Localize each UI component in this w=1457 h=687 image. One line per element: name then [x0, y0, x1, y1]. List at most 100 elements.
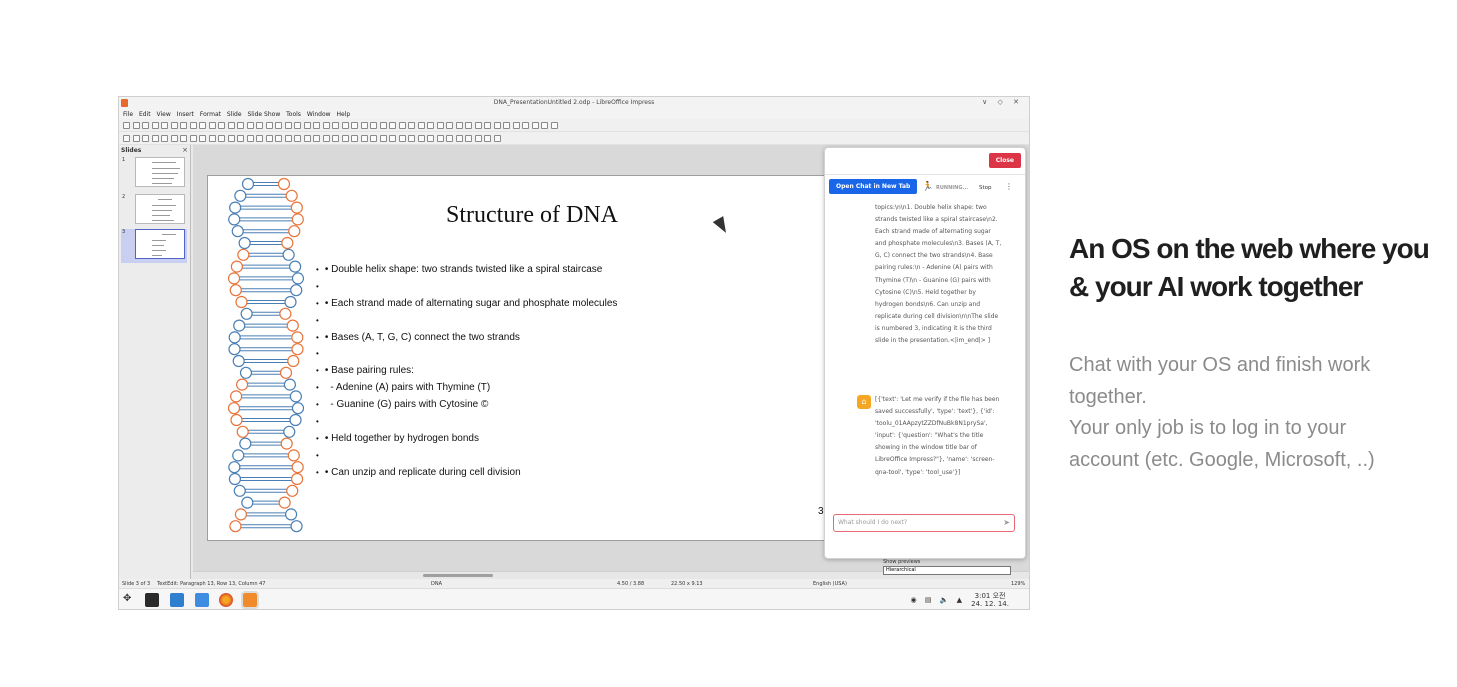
file-manager-icon[interactable] [195, 593, 209, 607]
status-zoom[interactable]: 129% [1011, 581, 1025, 587]
toolbar-button-icon[interactable] [474, 122, 482, 129]
toolbar-button-icon[interactable] [256, 122, 263, 129]
toolbar-button-icon[interactable] [446, 135, 453, 142]
toolbar-button-icon[interactable] [465, 135, 472, 142]
toolbar-button-icon[interactable] [284, 122, 292, 129]
toolbar-button-icon[interactable] [161, 122, 168, 129]
toolbar-button-icon[interactable] [218, 135, 225, 142]
toolbar-button-icon[interactable] [313, 122, 320, 129]
toolbar-button-icon[interactable] [351, 122, 358, 129]
toolbar-button-icon[interactable] [199, 122, 206, 129]
toolbar-button-icon[interactable] [484, 122, 491, 129]
toolbar-button-icon[interactable] [123, 122, 130, 129]
toolbar-button-icon[interactable] [455, 122, 463, 129]
toolbar-button-icon[interactable] [484, 135, 491, 142]
chat-input[interactable]: What should I do next? ➤ [833, 514, 1015, 532]
scrollbar-thumb[interactable] [423, 574, 493, 577]
toolbar-button-icon[interactable] [541, 122, 548, 129]
toolbar-button-icon[interactable] [436, 135, 444, 142]
toolbar-button-icon[interactable] [379, 122, 387, 129]
toolbar-button-icon[interactable] [227, 122, 235, 129]
start-menu-icon[interactable]: ✥ [123, 593, 137, 607]
toolbar-button-icon[interactable] [294, 135, 301, 142]
toolbar-button-icon[interactable] [398, 135, 406, 142]
toolbar-button-icon[interactable] [275, 122, 282, 129]
toolbar-button-icon[interactable] [218, 122, 225, 129]
close-icon[interactable]: × [182, 146, 188, 154]
menu-slide-show[interactable]: Slide Show [247, 111, 280, 118]
slide-canvas[interactable]: Structure of DNA • Double helix shape: t… [207, 175, 857, 541]
terminal-icon[interactable] [145, 593, 159, 607]
menu-slide[interactable]: Slide [227, 111, 242, 118]
slide-thumbnail-1[interactable]: 1 [121, 157, 187, 191]
toolbar-button-icon[interactable] [199, 135, 206, 142]
toolbar-button-icon[interactable] [522, 122, 529, 129]
toolbar-button-icon[interactable] [408, 135, 415, 142]
toolbar-button-icon[interactable] [389, 135, 396, 142]
toolbar-button-icon[interactable] [303, 122, 311, 129]
toolbar-button-icon[interactable] [408, 122, 415, 129]
toolbar-button-icon[interactable] [351, 135, 358, 142]
menu-format[interactable]: Format [200, 111, 221, 118]
slide-title[interactable]: Structure of DNA [208, 202, 856, 229]
toolbar-button-icon[interactable] [360, 135, 368, 142]
toolbar-button-icon[interactable] [265, 122, 273, 129]
toolbar-button-icon[interactable] [455, 135, 463, 142]
toolbar-button-icon[interactable] [284, 135, 292, 142]
close-button[interactable]: Close [988, 153, 1021, 168]
slide-thumbnail-2[interactable]: 2 [121, 194, 187, 228]
toolbar-button-icon[interactable] [294, 122, 301, 129]
toolbar-button-icon[interactable] [332, 122, 339, 129]
toolbar-button-icon[interactable] [531, 122, 539, 129]
app-store-icon[interactable] [170, 593, 184, 607]
slide-bullet-list[interactable]: • Double helix shape: two strands twiste… [316, 262, 618, 482]
toolbar-button-icon[interactable] [474, 135, 482, 142]
toolbar-button-icon[interactable] [446, 122, 453, 129]
toolbar-button-icon[interactable] [389, 122, 396, 129]
toolbar-button-icon[interactable] [370, 122, 377, 129]
toolbar-button-icon[interactable] [417, 122, 425, 129]
navigator-dropdown[interactable]: Hierarchical [883, 566, 1011, 575]
toolbar-button-icon[interactable] [341, 122, 349, 129]
toolbar-button-icon[interactable] [550, 122, 558, 129]
toolbar-button-icon[interactable] [360, 122, 368, 129]
toolbar-button-icon[interactable] [170, 135, 178, 142]
toolbar-button-icon[interactable] [512, 122, 520, 129]
toolbar-button-icon[interactable] [142, 122, 149, 129]
toolbar-button-icon[interactable] [265, 135, 273, 142]
toolbar-button-icon[interactable] [493, 122, 501, 129]
menu-insert[interactable]: Insert [177, 111, 194, 118]
toolbar-button-icon[interactable] [208, 135, 216, 142]
toolbar-button-icon[interactable] [275, 135, 282, 142]
toolbar-button-icon[interactable] [189, 122, 197, 129]
toolbar-button-icon[interactable] [341, 135, 349, 142]
menu-view[interactable]: View [157, 111, 171, 118]
toolbar-button-icon[interactable] [132, 122, 140, 129]
show-previews-checkbox[interactable]: Show previews [883, 559, 920, 565]
toolbar-button-icon[interactable] [151, 135, 159, 142]
toolbar-button-icon[interactable] [142, 135, 149, 142]
toolbar-button-icon[interactable] [227, 135, 235, 142]
toolbar-button-icon[interactable] [313, 135, 320, 142]
menu-file[interactable]: File [123, 111, 133, 118]
toolbar-button-icon[interactable] [189, 135, 197, 142]
toolbar-button-icon[interactable] [417, 135, 425, 142]
menu-edit[interactable]: Edit [139, 111, 151, 118]
firefox-icon[interactable] [219, 593, 233, 607]
menu-tools[interactable]: Tools [286, 111, 301, 118]
toolbar-button-icon[interactable] [379, 135, 387, 142]
send-icon[interactable]: ➤ [1003, 515, 1010, 531]
clock[interactable]: 3:01 오전 24. 12. 14. [971, 592, 1009, 608]
toolbar-button-icon[interactable] [322, 122, 330, 129]
toolbar-button-icon[interactable] [465, 122, 472, 129]
toolbar-button-icon[interactable] [246, 122, 254, 129]
system-tray[interactable]: ◉ ▤ 🔈 ▲ [911, 596, 966, 604]
toolbar-button-icon[interactable] [237, 135, 244, 142]
toolbar-button-icon[interactable] [503, 122, 510, 129]
toolbar-button-icon[interactable] [303, 135, 311, 142]
more-options-icon[interactable]: ⋮ [1005, 182, 1013, 191]
toolbar-button-icon[interactable] [170, 122, 178, 129]
toolbar-button-icon[interactable] [132, 135, 140, 142]
toolbar-button-icon[interactable] [180, 122, 187, 129]
slide-thumbnail-3[interactable]: 3 [121, 229, 187, 263]
